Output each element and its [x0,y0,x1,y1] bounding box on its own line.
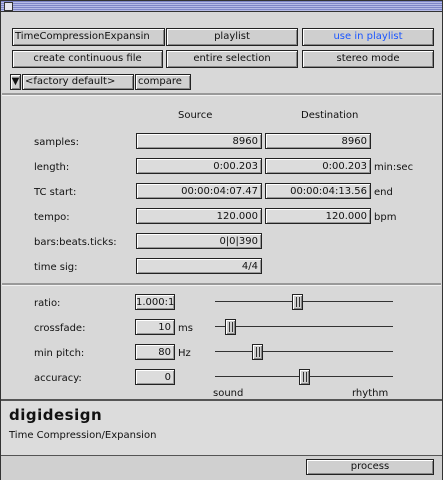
use-in-playlist-button[interactable]: use in playlist [302,28,434,46]
preset-menu-arrow-icon[interactable]: ▼ [10,74,21,90]
entire-selection-button[interactable]: entire selection [166,50,298,68]
source-tempo-field[interactable]: 120.000 [136,208,262,224]
digidesign-logo: digidesign [9,406,103,424]
playlist-button[interactable]: playlist [166,28,298,46]
source-time-sig-field[interactable]: 4/4 [136,258,262,274]
accuracy-sound-label: sound [213,388,244,399]
dest-length-field[interactable]: 0:00.203 [265,158,371,174]
tc-start-label: TC start: [34,187,77,198]
ratio-field[interactable]: 1.000:1 [135,294,175,310]
min-pitch-slider-track[interactable] [215,351,393,352]
accuracy-field[interactable]: 0 [135,369,175,385]
min-pitch-slider-thumb[interactable] [251,344,263,360]
source-bars-field[interactable]: 0|0|390 [136,233,262,249]
divider [1,399,442,401]
create-continuous-file-button[interactable]: create continuous file [12,50,163,68]
ratio-slider-thumb[interactable] [291,294,303,310]
tempo-unit: bpm [374,212,397,223]
time-sig-label: time sig: [34,262,78,273]
crossfade-field[interactable]: 10 [135,319,175,335]
samples-label: samples: [34,137,79,148]
length-unit: min:sec [374,162,414,173]
ratio-label: ratio: [34,298,61,309]
close-icon[interactable] [4,2,13,11]
bars-beats-ticks-label: bars:beats.ticks: [34,237,117,248]
crossfade-slider-thumb[interactable] [225,319,237,335]
dest-tempo-field[interactable]: 120.000 [265,208,371,224]
tc-end-label: end [374,187,393,198]
min-pitch-label: min pitch: [34,348,85,359]
dest-samples-field[interactable]: 8960 [265,133,371,149]
destination-header: Destination [301,110,359,121]
plugin-subtitle: Time Compression/Expansion [9,430,157,441]
source-samples-field[interactable]: 8960 [136,133,262,149]
accuracy-label: accuracy: [34,373,82,384]
crossfade-slider-track[interactable] [215,326,393,327]
dest-tc-start-field[interactable]: 00:00:04:13.56 [265,183,371,199]
source-tc-start-field[interactable]: 00:00:04:07.47 [136,183,262,199]
accuracy-rhythm-label: rhythm [352,388,389,399]
length-label: length: [34,162,70,173]
source-length-field[interactable]: 0:00.203 [136,158,262,174]
title-bar[interactable] [1,1,442,12]
divider [2,93,441,96]
crossfade-label: crossfade: [34,323,86,334]
compare-button[interactable]: compare [135,74,191,90]
stereo-mode-button[interactable]: stereo mode [302,50,434,68]
ratio-slider-track[interactable] [215,301,393,302]
plugin-window: TimeCompressionExpansin playlist use in … [0,0,443,480]
process-button[interactable]: process [306,459,434,475]
divider [2,283,441,286]
tempo-label: tempo: [34,212,70,223]
accuracy-slider-thumb[interactable] [298,369,310,385]
preset-menu[interactable]: <factory default> [22,74,134,90]
crossfade-unit: ms [178,323,193,334]
brand-panel: digidesign Time Compression/Expansion [1,399,442,455]
min-pitch-unit: Hz [178,348,191,359]
source-header: Source [178,110,213,121]
min-pitch-field[interactable]: 80 [135,344,175,360]
plugin-selector-button[interactable]: TimeCompressionExpansin [12,28,165,46]
